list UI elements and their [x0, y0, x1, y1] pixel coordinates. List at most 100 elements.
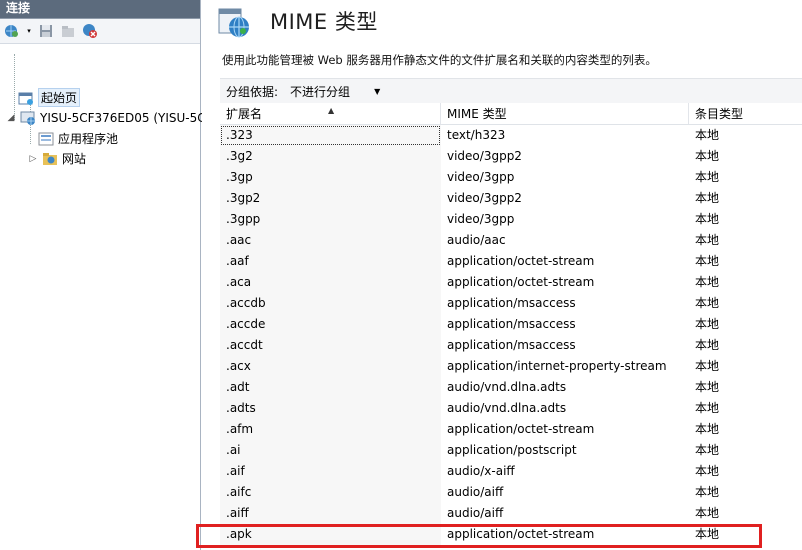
group-by-select[interactable]: 不进行分组 ▼	[284, 83, 386, 100]
extension-cell: .accde	[220, 314, 441, 335]
column-header-extension[interactable]: 扩展名 ▲	[220, 103, 441, 124]
table-body: .323 text/h323 本地 .3g2 video/3gpp2 本地 .3gp vide…	[220, 125, 802, 545]
dropdown-arrow-icon[interactable]: ▾	[26, 23, 32, 39]
tree-item-start-page[interactable]: 起始页	[18, 88, 81, 107]
table-row[interactable]: .aif audio/x-aiff 本地	[220, 461, 802, 482]
table-row[interactable]: .afm application/octet-stream 本地	[220, 419, 802, 440]
mime-type-cell: application/octet-stream	[447, 254, 595, 268]
table-row[interactable]: .accde application/msaccess 本地	[220, 314, 802, 335]
mime-type-cell: audio/aiff	[447, 506, 504, 520]
table-row[interactable]: .3g2 video/3gpp2 本地	[220, 146, 802, 167]
table-row[interactable]: .3gp2 video/3gpp2 本地	[220, 188, 802, 209]
entry-type-cell: 本地	[695, 359, 720, 373]
table-row[interactable]: .aac audio/aac 本地	[220, 230, 802, 251]
sort-ascending-icon: ▲	[328, 106, 335, 115]
extension-cell: .aif	[220, 461, 441, 482]
save-icon[interactable]	[38, 23, 54, 39]
connect-globe-icon[interactable]	[4, 23, 20, 39]
collapse-arrow-icon[interactable]: ◢	[6, 113, 16, 123]
page-description: 使用此功能管理被 Web 服务器用作静态文件的文件扩展名和关联的内容类型的列表。	[222, 53, 657, 67]
mime-type-cell: application/msaccess	[447, 317, 576, 331]
tree-item-label: YISU-5CF376ED05 (YISU-5C	[40, 110, 206, 125]
connections-header: 连接	[0, 0, 200, 19]
tree-item-sites[interactable]: ▷ 网站	[28, 149, 86, 168]
column-header-entry-type[interactable]: 条目类型	[689, 103, 802, 124]
entry-type-cell: 本地	[695, 128, 720, 142]
start-page-icon	[18, 90, 34, 106]
extension-cell: .3g2	[220, 146, 441, 167]
entry-type-cell: 本地	[695, 527, 720, 541]
extension-cell: .apk	[220, 524, 441, 545]
table-row[interactable]: .ai application/postscript 本地	[220, 440, 802, 461]
mime-type-cell: application/octet-stream	[447, 275, 595, 289]
tree-item-label: 网站	[62, 152, 87, 166]
sites-folder-icon	[42, 151, 58, 167]
table-row[interactable]: .323 text/h323 本地	[220, 125, 802, 146]
tree-item-label: 起始页	[38, 88, 81, 107]
extension-cell: .323	[220, 125, 441, 146]
table-row[interactable]: .3gp video/3gpp 本地	[220, 167, 802, 188]
extension-cell: .3gp2	[220, 188, 441, 209]
column-header-mime-type[interactable]: MIME 类型	[441, 103, 689, 124]
table-row[interactable]: .aifc audio/aiff 本地	[220, 482, 802, 503]
mime-type-cell: application/msaccess	[447, 296, 576, 310]
table-row[interactable]: .apk application/octet-stream 本地	[220, 524, 802, 545]
entry-type-cell: 本地	[695, 275, 720, 289]
mime-type-cell: application/postscript	[447, 443, 577, 457]
extension-cell: .aaf	[220, 251, 441, 272]
table-row[interactable]: .3gpp video/3gpp 本地	[220, 209, 802, 230]
disconnect-icon[interactable]	[82, 23, 98, 39]
entry-type-cell: 本地	[695, 485, 720, 499]
extension-cell: .ai	[220, 440, 441, 461]
table-row[interactable]: .adts audio/vnd.dlna.adts 本地	[220, 398, 802, 419]
tree-item-label: 应用程序池	[58, 132, 119, 146]
mime-type-cell: video/3gpp2	[447, 191, 522, 205]
server-icon	[20, 110, 36, 126]
extension-cell: .aiff	[220, 503, 441, 524]
table-row[interactable]: .aca application/octet-stream 本地	[220, 272, 802, 293]
entry-type-cell: 本地	[695, 170, 720, 184]
app-pool-icon	[38, 131, 54, 147]
entry-type-cell: 本地	[695, 254, 720, 268]
entry-type-cell: 本地	[695, 443, 720, 457]
mime-type-cell: application/octet-stream	[447, 422, 595, 436]
extension-cell: .afm	[220, 419, 441, 440]
mime-types-table: 扩展名 ▲ MIME 类型 条目类型 .323 text/h323 本地 .3g2 vi…	[220, 103, 802, 545]
table-row[interactable]: .accdt application/msaccess 本地	[220, 335, 802, 356]
connections-pane: 连接 ▾ 起始页 ◢ YISU-5CF376ED05 (YISU-5C 应用程序…	[0, 0, 206, 550]
mime-type-cell: video/3gpp	[447, 170, 515, 184]
entry-type-cell: 本地	[695, 380, 720, 394]
table-row[interactable]: .accdb application/msaccess 本地	[220, 293, 802, 314]
tree-item-server[interactable]: ◢ YISU-5CF376ED05 (YISU-5C	[6, 108, 206, 127]
mime-type-cell: audio/aac	[447, 233, 506, 247]
page-title: MIME 类型	[270, 10, 378, 34]
entry-type-cell: 本地	[695, 317, 720, 331]
table-row[interactable]: .adt audio/vnd.dlna.adts 本地	[220, 377, 802, 398]
table-row[interactable]: .aaf application/octet-stream 本地	[220, 251, 802, 272]
mime-type-cell: text/h323	[447, 128, 506, 142]
folder-icon[interactable]	[60, 23, 76, 39]
entry-type-cell: 本地	[695, 338, 720, 352]
dropdown-arrow-icon: ▼	[374, 86, 381, 96]
expand-arrow-icon[interactable]: ▷	[28, 154, 38, 164]
entry-type-cell: 本地	[695, 401, 720, 415]
extension-cell: .accdb	[220, 293, 441, 314]
tree-item-app-pools[interactable]: 应用程序池	[38, 129, 118, 148]
table-row[interactable]: .acx application/internet-property-stream…	[220, 356, 802, 377]
extension-cell: .3gp	[220, 167, 441, 188]
extension-cell: .aac	[220, 230, 441, 251]
entry-type-cell: 本地	[695, 191, 720, 205]
column-header-label: MIME 类型	[447, 107, 507, 121]
extension-cell: .adt	[220, 377, 441, 398]
mime-types-feature-pane: MIME 类型 使用此功能管理被 Web 服务器用作静态文件的文件扩展名和关联的…	[196, 0, 802, 550]
table-row[interactable]: .aiff audio/aiff 本地	[220, 503, 802, 524]
mime-type-cell: video/3gpp	[447, 212, 515, 226]
mime-type-cell: video/3gpp2	[447, 149, 522, 163]
entry-type-cell: 本地	[695, 296, 720, 310]
extension-cell: .accdt	[220, 335, 441, 356]
mime-type-cell: audio/x-aiff	[447, 464, 515, 478]
extension-cell: .acx	[220, 356, 441, 377]
extension-cell: .aifc	[220, 482, 441, 503]
column-header-label: 条目类型	[695, 107, 744, 121]
entry-type-cell: 本地	[695, 149, 720, 163]
